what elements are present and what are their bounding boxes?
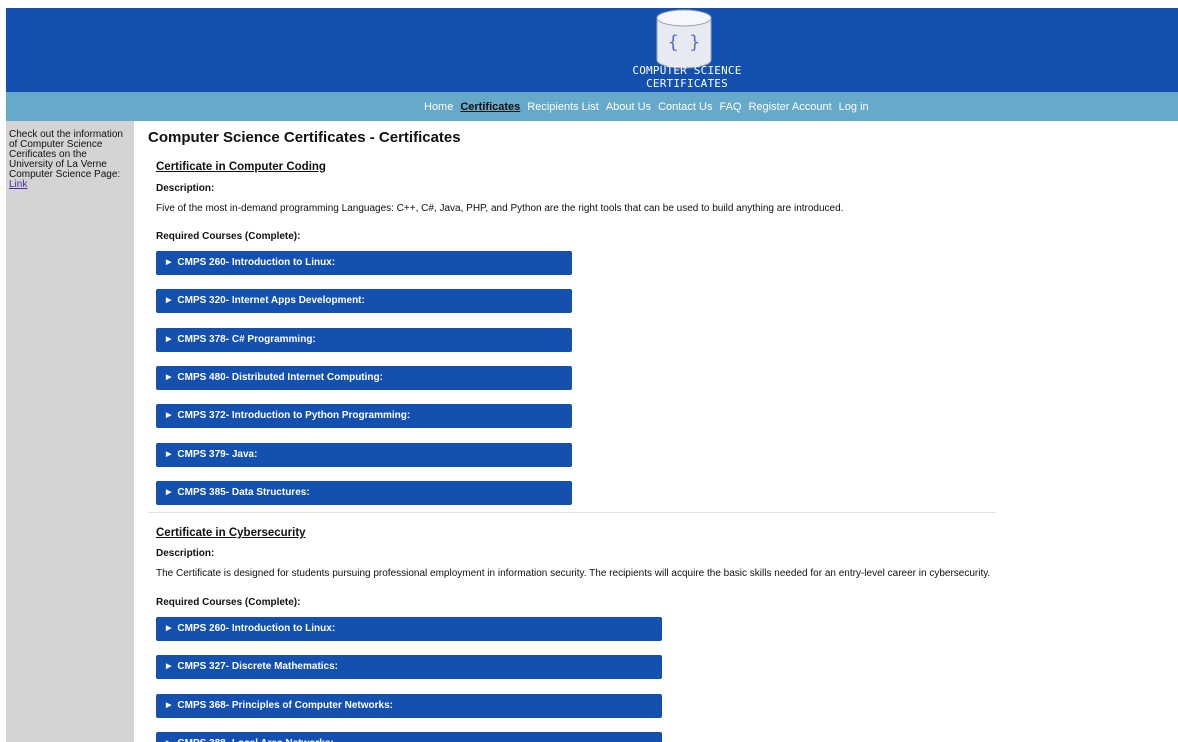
nav-item-register-account[interactable]: Register Account <box>749 101 832 113</box>
nav-item-home[interactable]: Home <box>424 101 453 113</box>
course-label: CMPS 385- Data Structures: <box>177 486 310 498</box>
course-accordion-item[interactable]: ▶ CMPS 480- Distributed Internet Computin… <box>156 365 572 390</box>
sidebar: Check out the information of Computer Sc… <box>6 121 134 742</box>
expand-caret-icon: ▶ <box>166 412 172 420</box>
expand-caret-icon: ▶ <box>166 488 172 496</box>
expand-caret-icon: ▶ <box>166 450 172 458</box>
courses-label: Required Courses (Complete): <box>156 231 301 242</box>
expand-caret-icon: ▶ <box>166 373 172 381</box>
svg-text:{ }: { } <box>668 32 701 53</box>
database-cylinder-icon: { } <box>656 9 712 69</box>
section-divider <box>148 512 996 513</box>
certificate-description: Five of the most in-demand programming L… <box>156 203 844 214</box>
course-label: CMPS 327- Discrete Mathematics: <box>177 661 339 673</box>
course-label: CMPS 320- Internet Apps Development: <box>177 295 365 307</box>
course-label: CMPS 372- Introduction to Python Program… <box>177 410 411 422</box>
course-label: CMPS 260- Introduction to Linux: <box>177 257 336 268</box>
expand-caret-icon: ▶ <box>166 297 172 305</box>
certificate-description: The Certificate is designed for students… <box>156 568 991 579</box>
nav-list: Home Certificates Recipients List About Us C… <box>424 101 876 113</box>
courses-label: Required Courses (Complete): <box>156 597 301 608</box>
page-title: Computer Science Certificates - Certific… <box>148 129 461 146</box>
nav-item-log-in[interactable]: Log in <box>839 101 869 113</box>
certificate-title: Certificate in Computer Coding <box>156 161 326 173</box>
nav-item-contact-us[interactable]: Contact Us <box>658 101 712 113</box>
page: { } COMPUTER SCIENCE CERTIFICATES Home Ce… <box>0 0 1178 742</box>
description-label: Description: <box>156 183 215 194</box>
course-accordion-item[interactable]: ▶ CMPS 372- Introduction to Python Progra… <box>156 404 572 429</box>
course-accordion-item[interactable]: ▶ CMPS 327- Discrete Mathematics: <box>156 655 662 680</box>
expand-caret-icon: ▶ <box>166 625 172 632</box>
course-label: CMPS 379- Java: <box>177 448 258 460</box>
expand-caret-icon: ▶ <box>166 663 172 671</box>
course-accordion-item[interactable]: ▶ CMPS 385- Data Structures: <box>156 480 572 505</box>
course-label: CMPS 480- Distributed Internet Computing… <box>177 371 383 383</box>
certificate-title: Certificate in Cybersecurity <box>156 527 306 539</box>
course-label: CMPS 388- Local Area Networks: <box>177 738 333 742</box>
expand-caret-icon: ▶ <box>166 335 172 343</box>
nav-item-faq[interactable]: FAQ <box>719 101 741 113</box>
course-accordion-item[interactable]: ▶ CMPS 378- C# Programming: <box>156 327 572 352</box>
main-nav: Home Certificates Recipients List About Us C… <box>6 92 1178 121</box>
course-accordion-item[interactable]: ▶CMPS 388- Local Area Networks: <box>156 731 662 742</box>
course-label: CMPS 378- C# Programming: <box>177 333 316 345</box>
nav-item-about-us[interactable]: About Us <box>606 101 651 113</box>
course-accordion-item[interactable]: ▶ CMPS 368- Principles of Computer Networ… <box>156 693 662 718</box>
site-title: COMPUTER SCIENCE CERTIFICATES <box>632 64 742 90</box>
sidebar-info: Check out the information of Computer Sc… <box>9 130 124 190</box>
course-accordion-item[interactable]: ▶ CMPS 260- Introduction to Linux: <box>156 617 662 641</box>
expand-caret-icon: ▶ <box>166 259 172 266</box>
site-header: { } COMPUTER SCIENCE CERTIFICATES <box>6 8 1178 92</box>
description-label: Description: <box>156 548 215 559</box>
course-accordion-item[interactable]: ▶ CMPS 260- Introduction to Linux: <box>156 251 572 275</box>
course-accordion-item[interactable]: ▶ CMPS 320- Internet Apps Development: <box>156 289 572 314</box>
course-label: CMPS 260- Introduction to Linux: <box>177 623 336 634</box>
expand-caret-icon: ▶ <box>166 701 172 709</box>
sidebar-link[interactable]: Link <box>9 179 27 190</box>
course-label: CMPS 368- Principles of Computer Network… <box>177 699 393 711</box>
nav-item-recipients-list[interactable]: Recipients List <box>527 101 599 113</box>
sidebar-text: Check out the information of Computer Sc… <box>9 129 123 180</box>
course-accordion-item[interactable]: ▶ CMPS 379- Java: <box>156 442 572 467</box>
nav-item-certificates[interactable]: Certificates <box>460 101 520 113</box>
